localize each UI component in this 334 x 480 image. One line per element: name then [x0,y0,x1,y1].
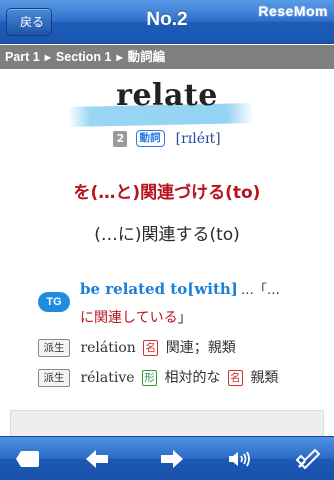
example-phrase-tail: …「… [240,283,280,298]
noun-tag: 名 [227,370,243,386]
derivative-meaning: 親類 [250,370,279,386]
derivative-badge: 派生 [38,369,70,387]
bookmark-icon [16,451,39,467]
play-audio-button[interactable] [217,437,261,480]
example-phrase-line: be related to[with] …「… [80,279,330,298]
previous-button[interactable] [75,437,119,480]
bottom-toolbar [0,436,334,480]
breadcrumb-section: Section 1 [55,50,112,64]
speaker-icon [229,451,250,467]
top-nav-bar: 戻る No.2 ReseMom [0,0,334,44]
derivative-word: relátion [80,340,136,356]
derivative-word: rélative [80,370,135,386]
breadcrumb-category: 動詞編 [127,50,166,64]
derivative-badge: 派生 [38,339,70,357]
bookmark-button[interactable] [6,437,50,480]
example-phrase: be related to[with] [80,280,238,298]
resemom-logo: ReseMom [258,3,328,19]
app-screen: 戻る No.2 ReseMom Part 1 ▶ Section 1 ▶ 動詞編 rel… [0,0,334,480]
breadcrumb: Part 1 ▶ Section 1 ▶ 動詞編 [0,45,334,69]
example-translation-close: 」 [177,310,192,326]
tg-badge: TG [38,292,70,312]
level-badge: 2 [113,130,128,147]
example-translation-line: に関連している」 [80,307,192,327]
headword-container: relate [0,78,334,113]
part-of-speech-badge: 動詞 [135,130,165,147]
word-meta: 2 動詞 [rɪléɪt] [0,128,334,147]
next-button[interactable] [150,437,194,480]
breadcrumb-part: Part 1 [5,50,40,64]
example-translation: に関連している [80,310,178,326]
pronunciation: [rɪléɪt] [175,130,221,147]
forward-arrow-icon [161,450,183,468]
back-arrow-icon [86,450,108,468]
edit-check-icon [295,448,321,470]
headword: relate [116,78,218,113]
derivative-meaning: 関連；親類 [165,340,236,356]
derivative-row: 派生 rélative 形 相対的な 名 親類 [38,368,278,388]
breadcrumb-separator-icon: ▶ [116,53,123,62]
derivative-row: 派生 relátion 名 関連；親類 [38,338,236,358]
adjective-tag: 形 [142,370,158,386]
derivative-meaning: 相対的な [164,370,221,386]
primary-meaning: を(…と)関連づける(to) [73,183,261,203]
secondary-meaning: (…に)関連する(to) [94,225,240,245]
noun-tag: 名 [143,340,159,356]
check-edit-button[interactable] [286,437,330,480]
breadcrumb-separator-icon: ▶ [44,53,51,62]
